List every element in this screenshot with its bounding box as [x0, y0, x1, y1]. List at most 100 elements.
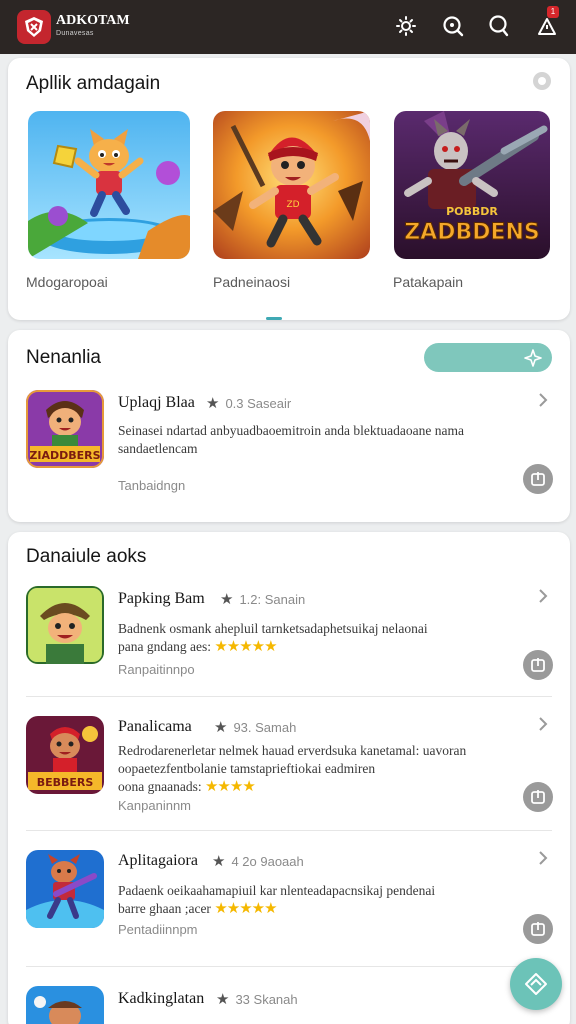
star-icon: ★ — [206, 395, 220, 412]
chevron-right-icon[interactable] — [536, 392, 550, 408]
search-icon[interactable] — [485, 12, 513, 40]
zoom-search-icon[interactable] — [439, 12, 467, 40]
app-icon: ZIADDBERS — [26, 390, 104, 468]
app-subtext: Tanbaidngn — [118, 478, 186, 493]
app-icon: BEBBERS — [26, 716, 104, 794]
app-description-line1: Badnenk osmank ahepluil tarnketsadaphets… — [118, 621, 428, 636]
app-name: Panalicama — [118, 718, 192, 735]
app-rating: ★ 33 Skanah — [216, 990, 298, 1008]
svg-text:ZD: ZD — [286, 200, 299, 210]
list-item[interactable]: BEBBERS Panalicama ★ 93. Samah Redrodaren… — [8, 716, 570, 836]
app-rating-text: 0.3 Saseair — [225, 396, 292, 411]
new-section: Nenanlia ZIADDBERS Uplaqj Blaa ★ 0.3 Sase… — [8, 330, 570, 522]
scroll-top-button[interactable] — [510, 958, 562, 1010]
app-description: Redrodarenerletar nelmek hauad erverdsuk… — [118, 742, 508, 796]
list-item[interactable]: Aplitagaiora ★ 4 2o 9aoaah Padaenk oeikaa… — [8, 850, 570, 966]
rating-stars-icon: ★★★★★ — [214, 901, 277, 917]
blaster-hero-game-icon — [26, 850, 104, 928]
app-subtitle: Dunavesas — [56, 30, 94, 37]
game-app-icon: ZIADDBERS — [26, 390, 104, 468]
app-subtext: Pentadiinnpm — [118, 922, 198, 937]
divider — [26, 830, 552, 831]
popular-section: Danaiule aoks Papking Bam ★ 1.2: Sanain B… — [8, 532, 570, 1024]
divider — [26, 696, 552, 697]
adventure-game-icon — [26, 986, 104, 1024]
brightness-icon[interactable] — [392, 12, 420, 40]
app-name: Uplaqj Blaa — [118, 394, 195, 411]
install-button[interactable] — [523, 914, 553, 944]
app-title: ADKOTAM — [56, 13, 130, 28]
top-bar: ADKOTAM Dunavesas 1 — [0, 0, 576, 54]
rating-stars-icon: ★★★★★ — [214, 639, 277, 655]
sparkle-button[interactable] — [424, 343, 552, 372]
app-description-line1: Padaenk oeikaahamapiuil kar nlenteadapac… — [118, 883, 436, 898]
featured-label-2: Padneinaosi — [213, 274, 291, 290]
list-item[interactable]: Kadkinglatan ★ 33 Skanah — [8, 986, 570, 1024]
zombie-art-big-text: ZADBDENS — [404, 220, 540, 245]
app-icon — [26, 986, 104, 1024]
app-icon — [26, 850, 104, 928]
new-app-icon-text: ZIADDBERS — [29, 449, 100, 462]
zombie-art-small-text: POBBDR — [446, 205, 498, 218]
zombie-game-art-icon: POBBDR ZADBDENS — [394, 111, 550, 259]
app-rating-text: 1.2: Sanain — [239, 592, 306, 607]
app-rating-text: 33 Skanah — [235, 992, 298, 1007]
app-description-tail: barre ghaan ;acer — [118, 901, 211, 916]
app-rating: ★ 93. Samah — [214, 718, 296, 736]
chevron-right-icon[interactable] — [536, 850, 550, 866]
featured-tile-3[interactable]: POBBDR ZADBDENS — [394, 111, 550, 259]
star-icon: ★ — [220, 591, 234, 608]
app-description: Padaenk oeikaahamapiuil kar nlenteadapac… — [118, 882, 498, 918]
new-section-title: Nenanlia — [26, 347, 101, 368]
star-icon: ★ — [214, 719, 228, 736]
red-hood-hero-art-icon: ZD — [213, 111, 370, 259]
popular-app-icon-text: BEBBERS — [37, 776, 94, 789]
rating-stars-icon: ★★★★ — [204, 779, 256, 795]
chevron-right-icon[interactable] — [536, 588, 550, 604]
install-button[interactable] — [523, 650, 553, 680]
app-description-line2: pana gndang aes: ★★★★★ — [118, 638, 498, 656]
app-rating: ★ 1.2: Sanain — [220, 590, 305, 608]
featured-tile-1[interactable] — [28, 111, 190, 259]
app-description-line2: barre ghaan ;acer ★★★★★ — [118, 900, 498, 918]
app-subtext: Ranpaitinnpo — [118, 662, 195, 677]
diamond-chevron-icon — [525, 973, 547, 995]
app-name: Kadkinglatan — [118, 990, 205, 1007]
featured-section: Apllik amdagain Mdogaropoai ZD Padneinao… — [8, 58, 570, 320]
install-button[interactable] — [523, 782, 553, 812]
app-description-line1: Redrodarenerletar nelmek hauad erverdsuk… — [118, 743, 467, 776]
list-item[interactable]: ZIADDBERS Uplaqj Blaa ★ 0.3 Saseair Seina… — [8, 390, 570, 510]
more-icon[interactable] — [533, 72, 551, 90]
list-item[interactable]: Papking Bam ★ 1.2: Sanain Badnenk osmank … — [8, 586, 570, 698]
popular-section-title: Danaiule aoks — [26, 546, 147, 567]
app-subtext: Kanpaninnm — [118, 798, 191, 813]
app-name: Aplitagaiora — [118, 852, 198, 869]
install-icon — [531, 790, 545, 804]
app-logo[interactable] — [17, 10, 51, 44]
explorer-game-icon — [26, 586, 104, 664]
install-icon — [531, 472, 545, 486]
app-description: Seinasei ndartad anbyuadbaoemitroin anda… — [118, 423, 464, 456]
shield-logo-icon — [25, 17, 43, 37]
app-description-line2: oona gnaanads: ★★★★ — [118, 778, 508, 796]
install-icon — [531, 922, 545, 936]
app-rating: ★ 0.3 Saseair — [206, 394, 291, 412]
app-description: Badnenk osmank ahepluil tarnketsadaphets… — [118, 620, 498, 656]
chevron-right-icon[interactable] — [536, 716, 550, 732]
app-description-tail: oona gnaanads: — [118, 779, 202, 794]
app-description-tail: pana gndang aes: — [118, 639, 211, 654]
install-button[interactable] — [523, 464, 553, 494]
featured-label-1: Mdogaropoai — [26, 274, 108, 290]
carousel-page-indicator[interactable] — [266, 317, 282, 320]
featured-title: Apllik amdagain — [26, 73, 161, 94]
featured-tile-2[interactable]: ZD — [213, 111, 370, 259]
star-icon: ★ — [212, 853, 226, 870]
app-rating: ★ 4 2o 9aoaah — [212, 852, 304, 870]
star-icon: ★ — [216, 991, 230, 1008]
app-name: Papking Bam — [118, 590, 205, 607]
featured-label-3: Patakapain — [393, 274, 464, 290]
app-icon — [26, 586, 104, 664]
cat-hero-art-icon — [28, 111, 190, 259]
install-icon — [531, 658, 545, 672]
monkey-hero-game-icon: BEBBERS — [26, 716, 104, 794]
